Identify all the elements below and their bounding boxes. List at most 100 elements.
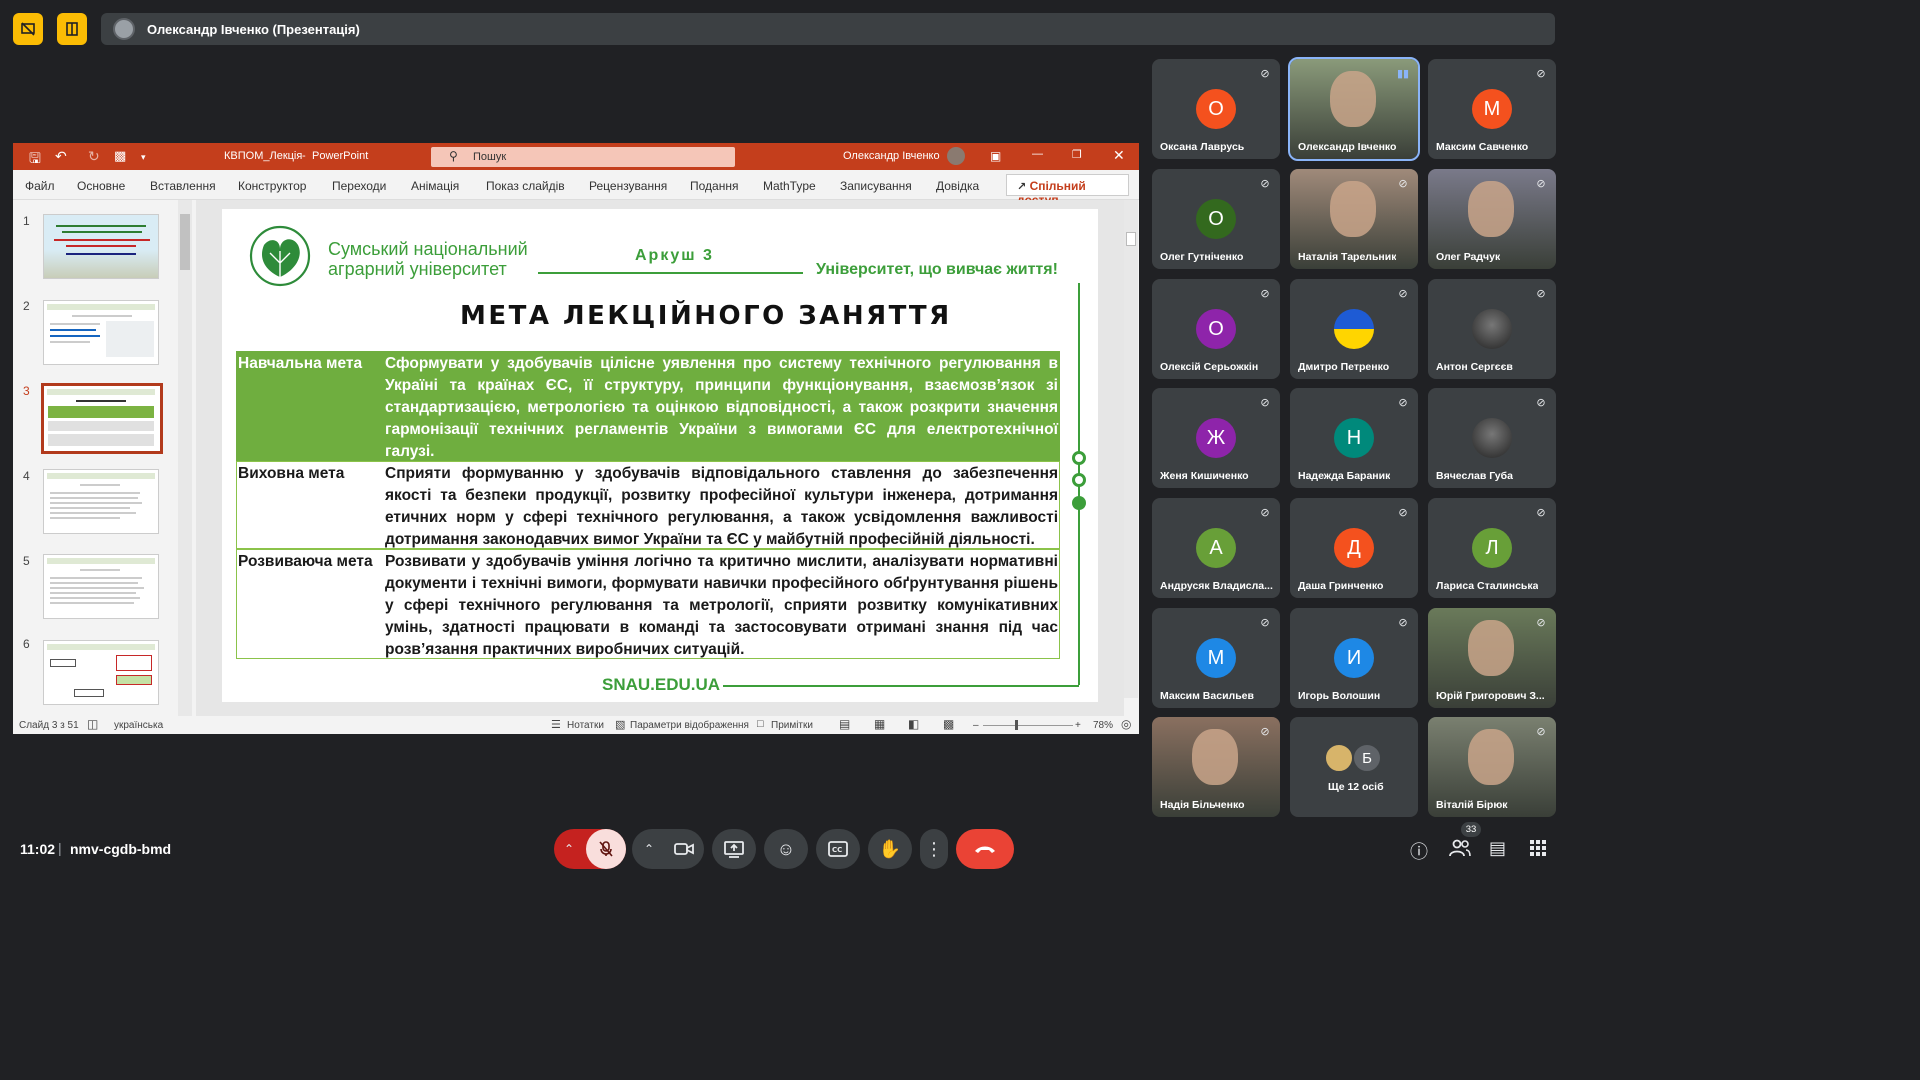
participant-tile[interactable]: ⊘ Наталія Тарельник <box>1290 169 1418 269</box>
tab-view[interactable]: Подання <box>690 179 738 193</box>
captions-button[interactable]: CC <box>816 829 860 869</box>
search-input[interactable]: ⚲ Пошук <box>431 147 735 167</box>
tab-design[interactable]: Конструктор <box>238 179 306 193</box>
slide-sorter-icon[interactable]: ▦ <box>874 717 885 731</box>
notes-button[interactable]: Нотатки <box>567 720 604 731</box>
file-name: КВПОМ_Лекція <box>224 150 303 162</box>
participant-tile[interactable]: ▮▮ Олександр Івченко <box>1288 57 1420 161</box>
tab-help[interactable]: Довідка <box>936 179 979 193</box>
participant-tile[interactable]: А ⊘ Андрусяк Владисла... <box>1152 498 1280 598</box>
mic-muted-icon: ⊘ <box>1398 617 1408 629</box>
display-settings-button[interactable]: Параметри відображення <box>630 720 749 731</box>
search-icon: ⚲ <box>449 149 458 163</box>
redo-icon[interactable]: ↻ <box>88 148 100 165</box>
camera-control[interactable]: ⌃ <box>632 829 704 869</box>
bullet-circle-icon <box>1072 451 1086 465</box>
zoom-level[interactable]: 78% <box>1093 720 1113 731</box>
meeting-info-icon[interactable]: ⓘ <box>1410 838 1428 864</box>
participant-tile[interactable]: О ⊘ Оксана Лаврусь <box>1152 59 1280 159</box>
participant-tile[interactable]: О ⊘ Олексій Серьожкін <box>1152 279 1280 379</box>
normal-view-icon[interactable]: ▤ <box>839 717 850 731</box>
fit-slide-icon[interactable]: ◎ <box>1121 717 1131 731</box>
more-options-button[interactable]: ⋮ <box>920 829 948 869</box>
present-screen-button[interactable] <box>712 829 756 869</box>
tab-slideshow[interactable]: Показ слайдів <box>486 179 565 193</box>
restore-icon[interactable]: ❐ <box>1072 148 1082 161</box>
slide-thumbnail[interactable] <box>43 469 159 534</box>
participant-tile[interactable]: Д ⊘ Даша Гринченко <box>1290 498 1418 598</box>
slide-thumbnail[interactable] <box>43 554 159 619</box>
participant-tile[interactable]: И ⊘ Игорь Волошин <box>1290 608 1418 708</box>
slide-thumbnail[interactable] <box>43 214 159 279</box>
tab-insert[interactable]: Вставлення <box>150 179 216 193</box>
people-button[interactable] <box>1449 838 1471 863</box>
comments-button[interactable]: Примітки <box>771 720 813 731</box>
zoom-slider[interactable] <box>983 725 1073 726</box>
tab-home[interactable]: Основне <box>77 179 125 193</box>
footer-rule <box>723 685 1079 687</box>
tab-review[interactable]: Рецензування <box>589 179 667 193</box>
mic-muted-icon: ⊘ <box>1398 397 1408 409</box>
activities-button[interactable] <box>1530 840 1546 861</box>
participant-tile[interactable]: ⊘ Антон Сергєєв <box>1428 279 1556 379</box>
reactions-button[interactable]: ☺ <box>764 829 808 869</box>
tab-transitions[interactable]: Переходи <box>332 179 386 193</box>
participant-tile[interactable]: ⊘ Віталій Бірюк <box>1428 717 1556 817</box>
slide-thumbnail[interactable] <box>43 300 159 365</box>
slide-thumbnail[interactable] <box>43 640 159 705</box>
customize-toolbar-icon[interactable]: ▾ <box>141 152 146 163</box>
present-icon[interactable]: ▩ <box>114 148 126 164</box>
mic-options-chevron-icon[interactable]: ⌃ <box>564 842 574 856</box>
participant-tile[interactable]: М ⊘ Максим Васильев <box>1152 608 1280 708</box>
save-icon[interactable]: 🖫 <box>29 148 41 172</box>
accessibility-icon[interactable]: ◫ <box>87 717 98 731</box>
camera-options-chevron-icon[interactable]: ⌃ <box>644 842 654 856</box>
sheet-label: Аркуш 3 <box>635 247 714 264</box>
zoom-in-button[interactable]: + <box>1075 720 1081 731</box>
language[interactable]: українська <box>114 720 163 731</box>
chat-icon[interactable]: ▤ <box>1489 838 1506 859</box>
participant-tile[interactable]: Б Ще 12 осіб <box>1290 717 1418 817</box>
leave-call-button[interactable] <box>956 829 1014 869</box>
slideshow-icon[interactable]: ▩ <box>943 717 954 731</box>
undo-icon[interactable]: ↶ <box>55 148 67 165</box>
tab-animations[interactable]: Анімація <box>411 179 459 193</box>
reading-view-icon[interactable]: ◧ <box>908 717 919 731</box>
participant-tile[interactable]: ⊘ Юрій Григорович З... <box>1428 608 1556 708</box>
zoom-out-button[interactable]: – <box>973 720 979 731</box>
tab-file[interactable]: Файл <box>25 179 55 193</box>
mic-muted-icon: ⊘ <box>1398 288 1408 300</box>
participant-name: Наталія Тарельник <box>1298 251 1397 263</box>
share-button[interactable]: ↗ Спільний доступ <box>1006 174 1129 207</box>
tab-mathtype[interactable]: MathType <box>763 179 816 193</box>
close-icon[interactable]: ✕ <box>1113 147 1125 164</box>
slide-canvas[interactable]: Сумський національний аграрний університ… <box>222 209 1098 702</box>
thumbnails-scrollbar[interactable] <box>178 200 192 716</box>
mic-toggle-button[interactable] <box>586 829 626 869</box>
ribbon-display-icon[interactable]: ▣ <box>990 149 1001 163</box>
participant-tile[interactable]: ⊘ Дмитро Петренко <box>1290 279 1418 379</box>
presentation-off-button[interactable] <box>13 13 43 45</box>
minimize-icon[interactable]: — <box>1032 148 1043 160</box>
tab-record[interactable]: Записування <box>840 179 912 193</box>
participant-tile[interactable]: Ж ⊘ Женя Кишиченко <box>1152 388 1280 488</box>
mic-muted-icon: ⊘ <box>1260 507 1270 519</box>
participant-tile[interactable]: ⊘ Олег Радчук <box>1428 169 1556 269</box>
slide-scrollbar[interactable] <box>1124 200 1138 698</box>
university-name-line2: аграрний університет <box>328 259 507 279</box>
participant-tile[interactable]: О ⊘ Олег Гутніченко <box>1152 169 1280 269</box>
participant-tile[interactable]: М ⊘ Максим Савченко <box>1428 59 1556 159</box>
pin-presentation-button[interactable] <box>57 13 87 45</box>
slide-editor: Сумський національний аграрний університ… <box>196 200 1124 716</box>
presenter-bar[interactable]: Олександр Івченко (Презентація) <box>101 13 1555 45</box>
participant-tile[interactable]: ⊘ Надія Більченко <box>1152 717 1280 817</box>
participant-tile[interactable]: Л ⊘ Лариса Сталинська <box>1428 498 1556 598</box>
raise-hand-button[interactable]: ✋ <box>868 829 912 869</box>
slide-thumbnail-active[interactable] <box>41 383 163 454</box>
row-text: Розвивати у здобувачів уміння логічно та… <box>385 553 1058 658</box>
participant-tile[interactable]: ⊘ Вячеслав Губа <box>1428 388 1556 488</box>
zoom-slider-thumb[interactable] <box>1015 720 1018 730</box>
user-avatar[interactable] <box>947 147 965 165</box>
avatar: О <box>1196 89 1236 129</box>
participant-tile[interactable]: Н ⊘ Надежда Бараник <box>1290 388 1418 488</box>
